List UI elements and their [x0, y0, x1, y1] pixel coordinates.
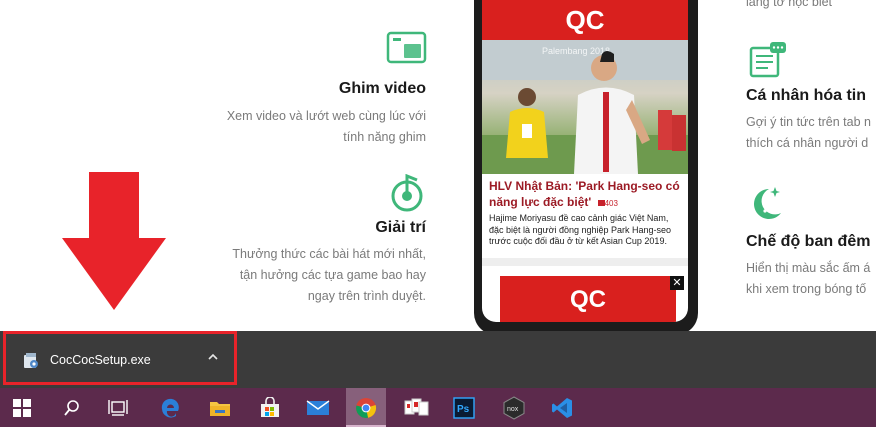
feature-night-mode: Chế độ ban đêm Hiển thị màu sắc ấm á khi… [746, 233, 870, 300]
feature-title: Ghim video [338, 80, 426, 97]
feature-desc-line: lắng tờ học biết [746, 0, 833, 9]
vscode-icon[interactable] [542, 388, 582, 427]
feature-desc-line: khi xem trong bóng tố [746, 282, 867, 296]
mail-icon[interactable] [298, 388, 338, 427]
article-photo[interactable]: Palembang 2018 [482, 40, 688, 174]
ad-banner-bottom[interactable]: QC [500, 276, 676, 322]
windows-start-icon[interactable] [2, 388, 42, 427]
feature-desc-line: tận hưởng các tựa game bao hay [239, 268, 426, 282]
feature-entertainment: Giải trí Thưởng thức các bài hát mới nhấ… [232, 219, 426, 307]
feature-personalize: Cá nhân hóa tin Gợi ý tin tức trên tab n… [746, 87, 871, 154]
screen: Ghim video Xem video và lướt web cùng lú… [0, 0, 876, 427]
chrome-icon[interactable] [346, 388, 386, 427]
download-shelf: CocCocSetup.exe [0, 331, 876, 388]
comment-icon [597, 200, 605, 206]
feature-desc-line: Xem video và lướt web cùng lúc với [226, 109, 426, 123]
svg-text:nox: nox [507, 406, 519, 413]
download-item[interactable]: CocCocSetup.exe [3, 331, 237, 385]
feature-pin-video: Ghim video Xem video và lướt web cùng lú… [227, 80, 426, 148]
feature-title: Chế độ ban đêm [746, 233, 871, 250]
personalize-news-icon [748, 40, 788, 85]
edge-browser-icon[interactable] [150, 388, 190, 427]
night-mode-icon [745, 183, 787, 230]
taskbar: Ps nox [0, 388, 876, 427]
pin-video-icon [386, 30, 428, 71]
search-icon[interactable] [52, 388, 92, 427]
phone-screen: QC Palembang 2018 HLV Nhật Bản: 'Park Ha… [482, 0, 688, 322]
download-filename[interactable]: CocCocSetup.exe [50, 353, 151, 367]
ad-banner-top[interactable]: QC [482, 0, 688, 40]
microsoft-store-icon[interactable] [250, 388, 290, 427]
task-view-icon[interactable] [98, 388, 138, 427]
feature-desc-line: tính năng ghim [343, 130, 426, 144]
comment-count: 403 [604, 199, 618, 208]
phone-mockup: QC Palembang 2018 HLV Nhật Bản: 'Park Ha… [474, 0, 698, 335]
cards-app-icon[interactable] [396, 388, 436, 427]
feature-desc-line: Hiển thị màu sắc ấm á [746, 261, 871, 275]
divider [482, 258, 688, 266]
feature-title: Cá nhân hóa tin [746, 87, 866, 104]
feature-title: Giải trí [375, 219, 426, 236]
article-title-text[interactable]: HLV Nhật Bản: 'Park Hang-seo có năng lực… [489, 179, 680, 209]
nox-player-icon[interactable]: nox [494, 388, 534, 427]
feature-cropped-top: lắng tờ học biết [746, 0, 832, 13]
feature-desc-line: Gợi ý tin tức trên tab n [746, 115, 871, 129]
svg-text:Ps: Ps [457, 404, 470, 415]
arrow-down-icon [62, 172, 166, 315]
entertainment-icon [389, 173, 425, 219]
article-summary: Hajime Moriyasu đề cao cảnh giác Việt Na… [489, 213, 672, 246]
article-title[interactable]: HLV Nhật Bản: 'Park Hang-seo có năng lực… [489, 178, 685, 212]
chevron-up-icon[interactable] [207, 351, 219, 366]
installer-file-icon [22, 352, 40, 375]
photo-caption: Palembang 2018 [542, 46, 610, 56]
close-icon[interactable]: ✕ [670, 276, 684, 290]
feature-desc-line: ngay trên trình duyệt. [307, 289, 426, 303]
photoshop-icon[interactable]: Ps [444, 388, 484, 427]
feature-desc-line: thích cá nhân người d [746, 136, 869, 150]
feature-desc-line: Thưởng thức các bài hát mới nhất, [232, 247, 426, 261]
file-explorer-icon[interactable] [200, 388, 240, 427]
